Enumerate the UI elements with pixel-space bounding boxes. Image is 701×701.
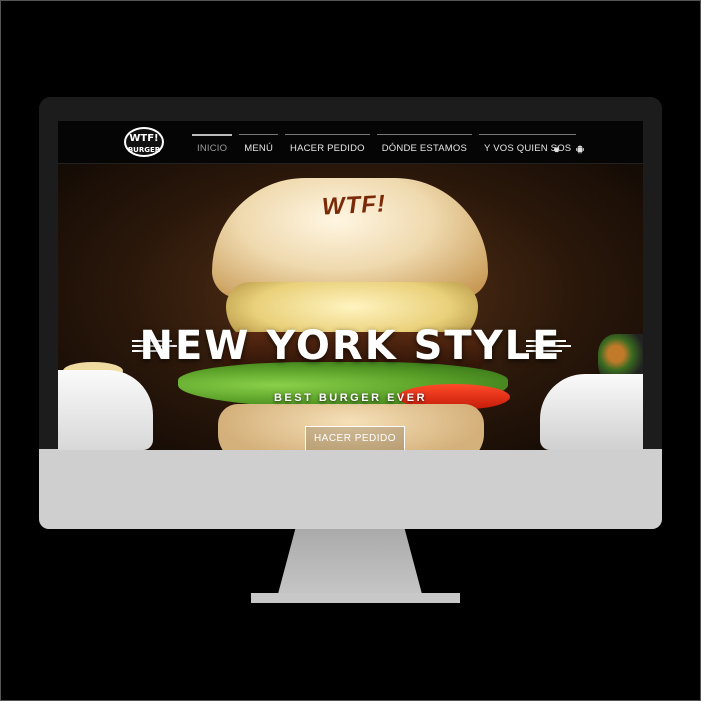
- nav-donde-estamos[interactable]: DÓNDE ESTAMOS: [376, 121, 473, 163]
- nav-inicio[interactable]: INICIO: [192, 121, 233, 163]
- android-icon[interactable]: [575, 141, 585, 154]
- nav-menu[interactable]: MENÚ: [239, 121, 278, 163]
- hero-subline: BEST BURGER EVER: [273, 392, 428, 404]
- logo-wtf: WTF!: [129, 133, 158, 144]
- apple-icon[interactable]: [551, 141, 561, 153]
- main-nav: INICIO MENÚ HACER PEDIDO DÓNDE ESTAMOS Y…: [192, 121, 577, 163]
- nav-hacer-pedido[interactable]: HACER PEDIDO: [285, 121, 370, 163]
- monitor-stand-neck: [278, 529, 422, 594]
- side-bowl-right: [540, 374, 643, 450]
- hacer-pedido-button[interactable]: HACER PEDIDO: [305, 426, 405, 450]
- hero-banner: WTF! NEW YORK STYLE BEST BURGER EVER HAC…: [58, 164, 643, 450]
- wtf-burger-logo[interactable]: WTF! BURGER: [123, 126, 165, 158]
- top-navbar: WTF! BURGER INICIO MENÚ HACER PEDIDO DÓN…: [58, 121, 643, 164]
- monitor-stand-base: [251, 593, 460, 603]
- side-bowl-left: [58, 370, 153, 450]
- hero-headline: NEW YORK STYLE: [139, 323, 562, 369]
- monitor-chin: [39, 449, 662, 529]
- website-screen: WTF! BURGER INICIO MENÚ HACER PEDIDO DÓN…: [58, 121, 643, 450]
- svg-text:BURGER: BURGER: [128, 146, 161, 154]
- bun-brand-text: WTF!: [321, 190, 387, 221]
- store-icons: [551, 141, 585, 154]
